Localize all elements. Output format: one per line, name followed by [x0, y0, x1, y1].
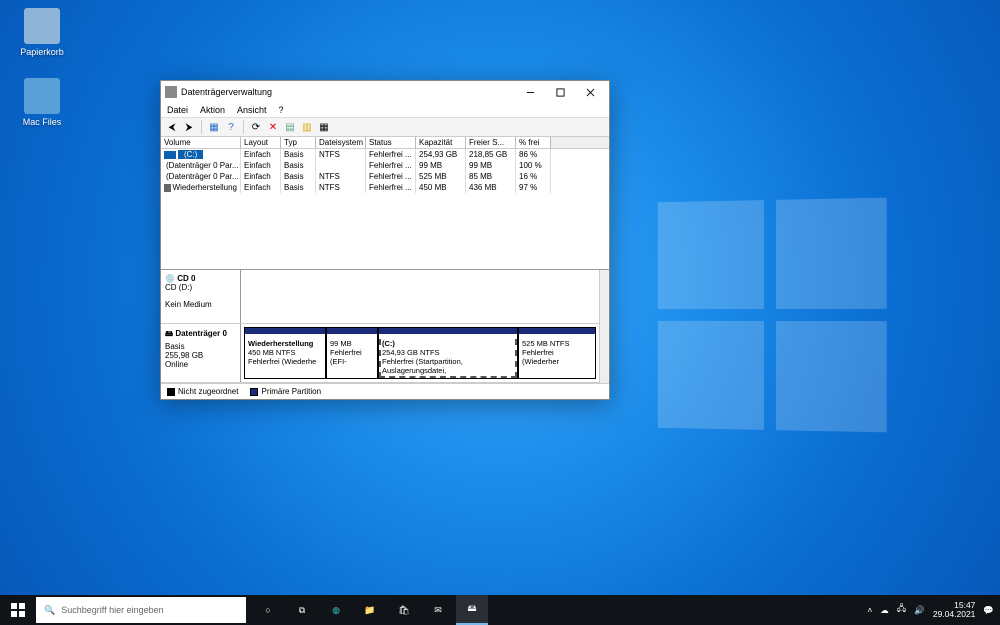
- help-button[interactable]: ?: [224, 120, 238, 134]
- recycle-bin-icon: [24, 8, 60, 44]
- properties-button[interactable]: ▦: [207, 120, 221, 134]
- store-icon: 🛍: [398, 605, 409, 616]
- tool-button-2[interactable]: ▥: [300, 120, 314, 134]
- window-title: Datenträgerverwaltung: [181, 87, 515, 97]
- menu-view[interactable]: Ansicht: [237, 105, 267, 115]
- clock[interactable]: 15:47 29.04.2021: [933, 601, 976, 620]
- search-placeholder: Suchbegriff hier eingeben: [61, 605, 163, 615]
- taskbar: 🔍 Suchbegriff hier eingeben ○ ⧉ ◍ 📁 🛍 ✉ …: [0, 595, 1000, 625]
- windows-logo-backdrop: [658, 198, 887, 433]
- chevron-up-icon[interactable]: ˄: [867, 605, 872, 615]
- disk-row-cd[interactable]: 💿 CD 0 CD (D:) Kein Medium: [161, 270, 599, 324]
- menu-file[interactable]: Datei: [167, 105, 188, 115]
- titlebar[interactable]: Datenträgerverwaltung: [161, 81, 609, 103]
- col-type[interactable]: Typ: [281, 137, 316, 148]
- col-volume[interactable]: Volume: [161, 137, 241, 148]
- network-icon[interactable]: 🖧: [897, 603, 906, 617]
- task-view-button[interactable]: ⧉: [286, 595, 318, 625]
- col-capacity[interactable]: Kapazität: [416, 137, 466, 148]
- col-fs[interactable]: Dateisystem: [316, 137, 366, 148]
- menu-help[interactable]: ?: [279, 105, 284, 115]
- partition[interactable]: 99 MB Fehlerfrei (EFI-: [326, 327, 378, 379]
- app-icon: [165, 86, 177, 98]
- refresh-button[interactable]: ⟳: [249, 120, 263, 134]
- folder-icon: [24, 78, 60, 114]
- mail-icon: ✉: [434, 605, 442, 616]
- edge-icon: ◍: [332, 605, 340, 616]
- partition-selected[interactable]: (C:) 254,93 GB NTFS Fehlerfrei (Startpar…: [378, 327, 518, 379]
- volume-list[interactable]: (C:) Einfach Basis NTFS Fehlerfrei ... 2…: [161, 149, 609, 269]
- col-layout[interactable]: Layout: [241, 137, 281, 148]
- cd-icon: 💿: [165, 274, 175, 283]
- tool-button-3[interactable]: ▦: [317, 120, 331, 134]
- desktop-icon-recyclebin[interactable]: Papierkorb: [12, 8, 72, 57]
- close-button[interactable]: [575, 82, 605, 102]
- menu-action[interactable]: Aktion: [200, 105, 225, 115]
- disk-icon: 🖴: [165, 329, 173, 338]
- folder-icon: 📁: [364, 605, 375, 616]
- toolbar: ⮜ ⮞ ▦ ? ⟳ ✕ ▤ ▥ ▦: [161, 118, 609, 137]
- back-button[interactable]: ⮜: [165, 120, 179, 134]
- start-button[interactable]: [0, 595, 36, 625]
- cortana-button[interactable]: ○: [252, 595, 284, 625]
- disk-row-0[interactable]: 🖴 Datenträger 0 Basis 255,98 GB Online W…: [161, 324, 599, 383]
- menubar: Datei Aktion Ansicht ?: [161, 103, 609, 118]
- maximize-button[interactable]: [545, 82, 575, 102]
- volume-icon: [164, 184, 171, 192]
- notifications-icon[interactable]: 💬: [983, 605, 994, 616]
- tool-button[interactable]: ▤: [283, 120, 297, 134]
- desktop-icon-macfiles[interactable]: Mac Files: [12, 78, 72, 127]
- delete-button[interactable]: ✕: [266, 120, 280, 134]
- legend: Nicht zugeordnet Primäre Partition: [161, 383, 609, 399]
- volume-row[interactable]: Wiederherstellung Einfach Basis NTFS Feh…: [161, 182, 609, 193]
- legend-swatch-primary: [250, 388, 258, 396]
- graphical-disk-pane: 💿 CD 0 CD (D:) Kein Medium 🖴 Datenträger…: [161, 269, 609, 399]
- volume-icon[interactable]: 🔊: [914, 605, 925, 616]
- volume-list-header: Volume Layout Typ Dateisystem Status Kap…: [161, 137, 609, 149]
- disk-icon: 🖴: [467, 601, 476, 617]
- volume-row[interactable]: (Datenträger 0 Par... Einfach Basis NTFS…: [161, 171, 609, 182]
- taskbar-app-mail[interactable]: ✉: [422, 595, 454, 625]
- taskbar-app-edge[interactable]: ◍: [320, 595, 352, 625]
- col-pct[interactable]: % frei: [516, 137, 551, 148]
- volume-icon: [164, 151, 176, 159]
- desktop-icon-label: Papierkorb: [12, 47, 72, 57]
- partition[interactable]: 525 MB NTFS Fehlerfrei (Wiederher: [518, 327, 596, 379]
- taskbar-app-store[interactable]: 🛍: [388, 595, 420, 625]
- scrollbar[interactable]: [599, 270, 609, 383]
- volume-row[interactable]: (Datenträger 0 Par... Einfach Basis Fehl…: [161, 160, 609, 171]
- taskbar-app-diskmgmt[interactable]: 🖴: [456, 595, 488, 625]
- partition-strip: Wiederherstellung 450 MB NTFS Fehlerfrei…: [241, 324, 599, 382]
- cloud-icon[interactable]: ☁: [880, 605, 889, 616]
- col-free[interactable]: Freier S...: [466, 137, 516, 148]
- search-box[interactable]: 🔍 Suchbegriff hier eingeben: [36, 597, 246, 623]
- partition[interactable]: Wiederherstellung 450 MB NTFS Fehlerfrei…: [244, 327, 326, 379]
- legend-swatch-unallocated: [167, 388, 175, 396]
- system-tray[interactable]: ˄ ☁ 🖧 🔊 15:47 29.04.2021 💬: [861, 601, 1000, 620]
- windows-icon: [11, 603, 25, 617]
- taskbar-app-explorer[interactable]: 📁: [354, 595, 386, 625]
- col-status[interactable]: Status: [366, 137, 416, 148]
- desktop-icon-label: Mac Files: [12, 117, 72, 127]
- search-icon: 🔍: [44, 605, 55, 616]
- forward-button[interactable]: ⮞: [182, 120, 196, 134]
- minimize-button[interactable]: [515, 82, 545, 102]
- disk-management-window: Datenträgerverwaltung Datei Aktion Ansic…: [160, 80, 610, 400]
- volume-row[interactable]: (C:) Einfach Basis NTFS Fehlerfrei ... 2…: [161, 149, 609, 160]
